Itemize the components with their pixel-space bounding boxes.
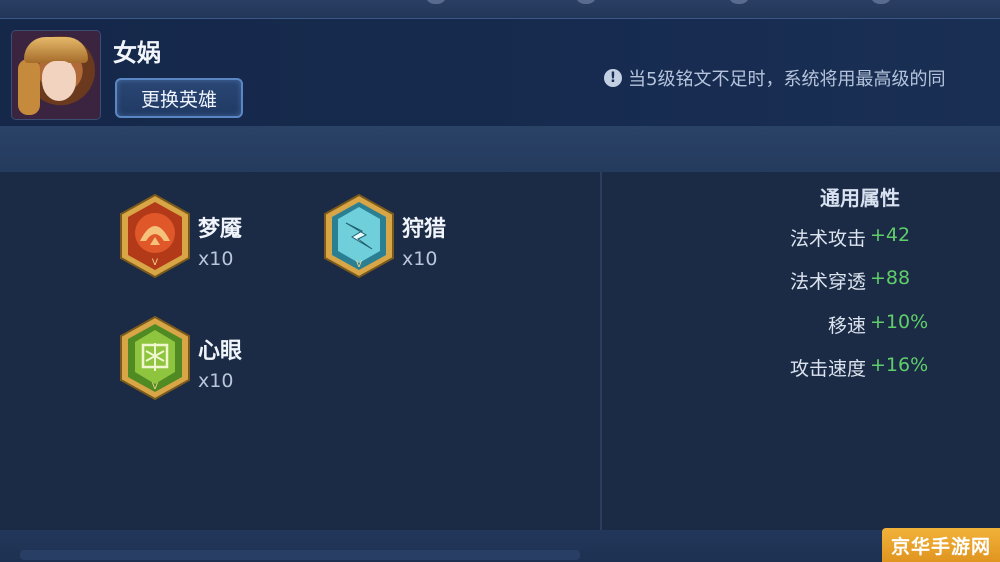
stat-value: +88 [870, 267, 911, 289]
svg-text:V: V [356, 260, 363, 270]
stat-value: +10% [870, 311, 929, 333]
stat-row: 移速 +10% [610, 311, 990, 341]
tab-decoration-icon [870, 0, 892, 4]
svg-text:V: V [152, 382, 159, 392]
nightmare-rune-icon: V [120, 193, 190, 279]
notice-text-row: ! 当5级铭文不足时，系统将用最高级的同 [604, 64, 1000, 92]
bottom-bar [0, 530, 1000, 562]
top-bar [0, 0, 1000, 19]
stat-label: 法术攻击 [789, 228, 866, 250]
tab-decoration-icon [728, 0, 750, 4]
rune-name: 心眼 [198, 339, 243, 364]
rune-count: x10 [198, 248, 234, 270]
rune-name: 梦魇 [198, 217, 243, 242]
svg-text:V: V [152, 258, 159, 268]
tab-decoration-icon [575, 0, 597, 4]
change-hero-button[interactable]: 更换英雄 [115, 78, 243, 118]
mind-eye-rune-icon: V [120, 315, 190, 401]
rune-count: x10 [402, 248, 438, 270]
stat-value: +42 [870, 224, 911, 246]
hero-name: 女娲 [113, 39, 161, 67]
stat-row: 法术穿透 +88 [610, 267, 990, 297]
section-band [0, 126, 1000, 172]
hunt-rune-icon: V [324, 193, 394, 279]
hero-avatar[interactable] [12, 31, 100, 119]
stat-row: 攻击速度 +16% [610, 354, 990, 384]
notice-text: 当5级铭文不足时，系统将用最高级的同 [628, 69, 946, 90]
info-icon: ! [604, 69, 622, 87]
stat-label: 法术穿透 [789, 271, 866, 293]
stat-value: +16% [870, 354, 929, 376]
rune-count: x10 [198, 370, 234, 392]
stats-title: 通用属性 [820, 186, 900, 210]
stat-label: 攻击速度 [789, 358, 866, 380]
stat-label: 移速 [827, 315, 866, 337]
stat-row: 法术攻击 +42 [610, 224, 990, 254]
site-watermark: 京华手游网 [882, 528, 1000, 562]
rune-name: 狩猎 [402, 217, 447, 242]
panel-divider [600, 172, 602, 532]
tab-decoration-icon [425, 0, 447, 4]
